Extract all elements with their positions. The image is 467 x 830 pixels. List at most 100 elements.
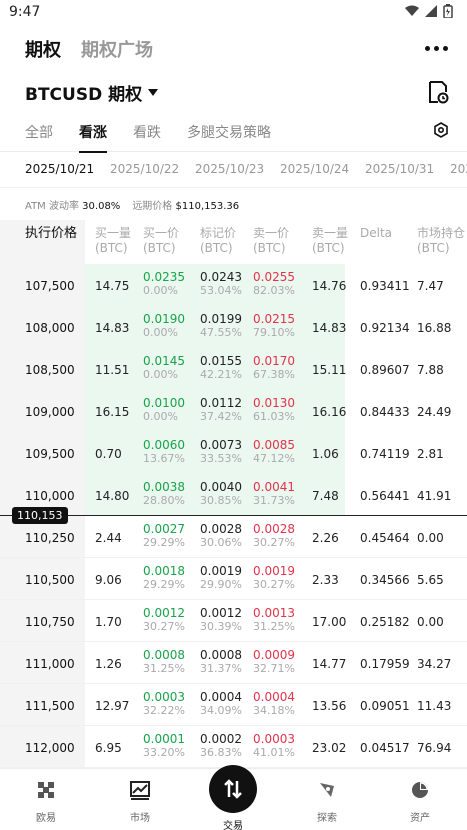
trade-fab[interactable] [209,765,257,813]
battery-icon [443,4,453,18]
atm-iv: ATM 波动率 30.08% [25,200,121,212]
bid-size-cell: 14.83 [95,321,130,335]
filter-tab-puts[interactable]: 看跌 [133,122,161,152]
bid-price-cell: 0.0012 30.27% [143,606,185,633]
forward-price: 远期价格 $110,153.36 [132,200,240,212]
mark-price-cell: 0.0073 33.53% [200,438,242,465]
mark-price-cell: 0.0112 37.42% [200,396,242,423]
open-interest-cell: 11.43 [417,699,452,713]
nav-trade[interactable]: 交易 [203,765,263,830]
table-row[interactable]: 108,000 14.83 0.0190 0.00% 0.0199 47.55% 0.021… [0,306,467,348]
nav-home[interactable]: 欧易 [16,779,76,824]
strike-price-cell: 110,750 [25,615,75,629]
open-interest-cell: 7.88 [417,363,444,377]
ask-size-cell: 7.48 [312,489,339,503]
bottom-nav: 欧易 市场 交易 探索 资产 [0,765,467,830]
assets-pie-icon [412,782,428,798]
nav-explore[interactable]: 探索 [297,779,357,824]
table-row[interactable]: 110,750 1.70 0.0012 30.27% 0.0012 30.39% 0.00 1… [0,600,467,642]
atm-price-line [0,515,467,516]
filter-tab-multi-leg[interactable]: 多腿交易策略 [187,122,271,152]
orders-document-icon[interactable] [427,80,449,104]
tab-options-plaza[interactable]: 期权广场 [81,36,153,62]
ask-price-cell: 0.0255 82.03% [253,270,295,297]
strike-price-cell: 109,000 [25,405,75,419]
expiry-date-item[interactable]: 202 [450,162,467,176]
open-interest-cell: 5.65 [417,573,444,587]
bid-price-cell: 0.0003 32.22% [143,690,185,717]
header-mark: 标记价 (BTC) [200,226,237,255]
explore-compass-icon [320,783,334,797]
caret-down-icon [148,88,159,96]
delta-cell: 0.09051 [360,699,410,713]
table-row[interactable]: 110,500 9.06 0.0018 29.29% 0.0019 29.90% 0.001… [0,558,467,600]
nav-assets[interactable]: 资产 [390,779,450,824]
bid-size-cell: 1.26 [95,657,122,671]
ask-size-cell: 1.06 [312,447,339,461]
strike-price-cell: 108,500 [25,363,75,377]
ask-price-cell: 0.0215 79.10% [253,312,295,339]
nav-market[interactable]: 市场 [110,779,170,824]
ask-price-cell: 0.0085 47.12% [253,438,295,465]
open-interest-cell: 0.00 [417,615,444,629]
filter-tab-all[interactable]: 全部 [25,122,53,152]
bid-size-cell: 14.75 [95,279,130,293]
table-row[interactable]: 112,000 6.95 0.0001 33.20% 0.0002 36.83% 0.000… [0,726,467,768]
table-row[interactable]: 109,500 0.70 0.0060 13.67% 0.0073 33.53% 0.008… [0,432,467,474]
table-row[interactable]: 111,000 1.26 0.0008 31.25% 0.0008 31.37% 0.000… [0,642,467,684]
mark-price-cell: 0.0012 30.39% [200,606,242,633]
strike-price-cell: 112,000 [25,741,75,755]
table-row[interactable]: 107,500 14.75 0.0235 0.00% 0.0243 53.04% 0.025… [0,264,467,306]
ask-size-cell: 14.76 [312,279,347,293]
bid-size-cell: 0.70 [95,447,122,461]
wifi-icon [405,5,419,16]
delta-cell: 0.17959 [360,657,410,671]
delta-cell: 0.04517 [360,741,410,755]
instrument-selector[interactable]: BTCUSD 期权 [25,80,159,105]
mark-price-cell: 0.0019 29.90% [200,564,242,591]
table-row[interactable]: 109,000 16.15 0.0100 0.00% 0.0112 37.42% 0.013… [0,390,467,432]
tab-options[interactable]: 期权 [25,36,61,62]
header-bid-size: 买一量 (BTC) [95,226,132,255]
table-row[interactable]: 111,500 12.97 0.0003 32.22% 0.0004 34.09% 0.00… [0,684,467,726]
bid-size-cell: 1.70 [95,615,122,629]
expiry-date-item[interactable]: 2025/10/22 [110,162,179,176]
open-interest-cell: 34.27 [417,657,452,671]
header-bid: 买一价 (BTC) [143,226,180,255]
ask-price-cell: 0.0028 30.27% [253,522,295,549]
table-row[interactable]: 110,000 14.80 0.0038 28.80% 0.0040 30.85% 0.00… [0,474,467,516]
open-interest-cell: 7.47 [417,279,444,293]
mark-price-cell: 0.0028 30.06% [200,522,242,549]
expiry-date-item[interactable]: 2025/10/23 [195,162,264,176]
header-delta: Delta [360,226,393,240]
header-open-interest: 市场持仓 (BTC) [417,226,466,255]
atm-price-badge: 110,153 [12,507,68,524]
open-interest-cell: 41.91 [417,489,452,503]
header-strike: 执行价格 [25,226,78,241]
expiry-date-item[interactable]: 2025/10/31 [365,162,434,176]
table-row[interactable]: 110,250 2.44 0.0027 29.29% 0.0028 30.06% 0.002… [0,516,467,558]
filter-tab-calls[interactable]: 看涨 [79,122,107,153]
delta-cell: 0.93411 [360,279,410,293]
expiry-date-item[interactable]: 2025/10/21 [25,162,94,176]
status-icons [405,4,453,18]
filter-tabs: 全部 看涨 看跌 多腿交易策略 [0,114,467,153]
expiry-date-strip: 2025/10/21 2025/10/22 2025/10/23 2025/10… [0,152,467,188]
mark-price-cell: 0.0243 53.04% [200,270,242,297]
ask-price-cell: 0.0041 31.73% [253,480,295,507]
table-row[interactable]: 108,500 11.51 0.0145 0.00% 0.0155 42.21% 0.017… [0,348,467,390]
signal-icon [425,5,437,17]
more-options-button[interactable] [425,38,449,58]
ask-size-cell: 2.33 [312,573,339,587]
delta-cell: 0.89607 [360,363,410,377]
bid-price-cell: 0.0190 0.00% [143,312,185,339]
settings-gear-icon[interactable] [433,122,449,138]
ask-price-cell: 0.0003 41.01% [253,732,295,759]
expiry-date-item[interactable]: 2025/10/24 [280,162,349,176]
ask-size-cell: 17.00 [312,615,347,629]
header-ask-size: 卖一量 (BTC) [312,226,349,255]
market-chart-icon [130,781,150,800]
nav-label: 探索 [317,813,337,824]
bid-price-cell: 0.0145 0.00% [143,354,185,381]
strike-price-cell: 108,000 [25,321,75,335]
